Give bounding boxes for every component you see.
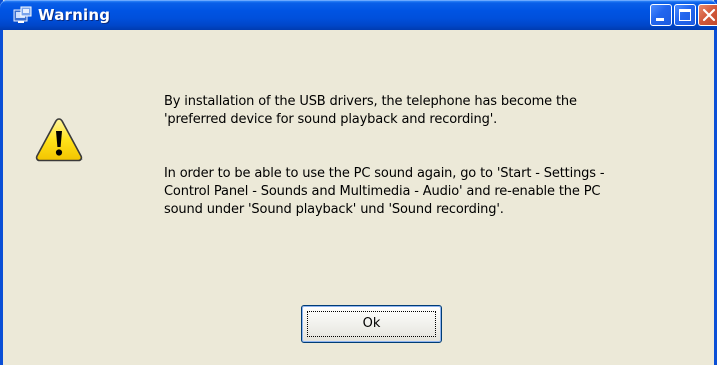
ok-button-label: Ok [362, 316, 381, 331]
app-icon [13, 6, 32, 23]
warning-icon [35, 118, 83, 162]
maximize-button[interactable] [674, 4, 696, 26]
close-icon [702, 8, 716, 22]
minimize-button[interactable] [650, 4, 672, 26]
minimize-icon [656, 18, 664, 21]
warning-dialog: Warning By installation of the USB drive… [0, 0, 717, 365]
title-bar[interactable]: Warning [0, 0, 717, 30]
close-button[interactable] [698, 4, 717, 26]
maximize-icon [679, 9, 691, 21]
message-paragraph-1: By installation of the USB drivers, the … [164, 94, 577, 127]
message-paragraph-2: In order to be able to use the PC sound … [164, 166, 605, 217]
window-title: Warning [38, 6, 111, 24]
ok-button[interactable]: Ok [301, 305, 442, 343]
